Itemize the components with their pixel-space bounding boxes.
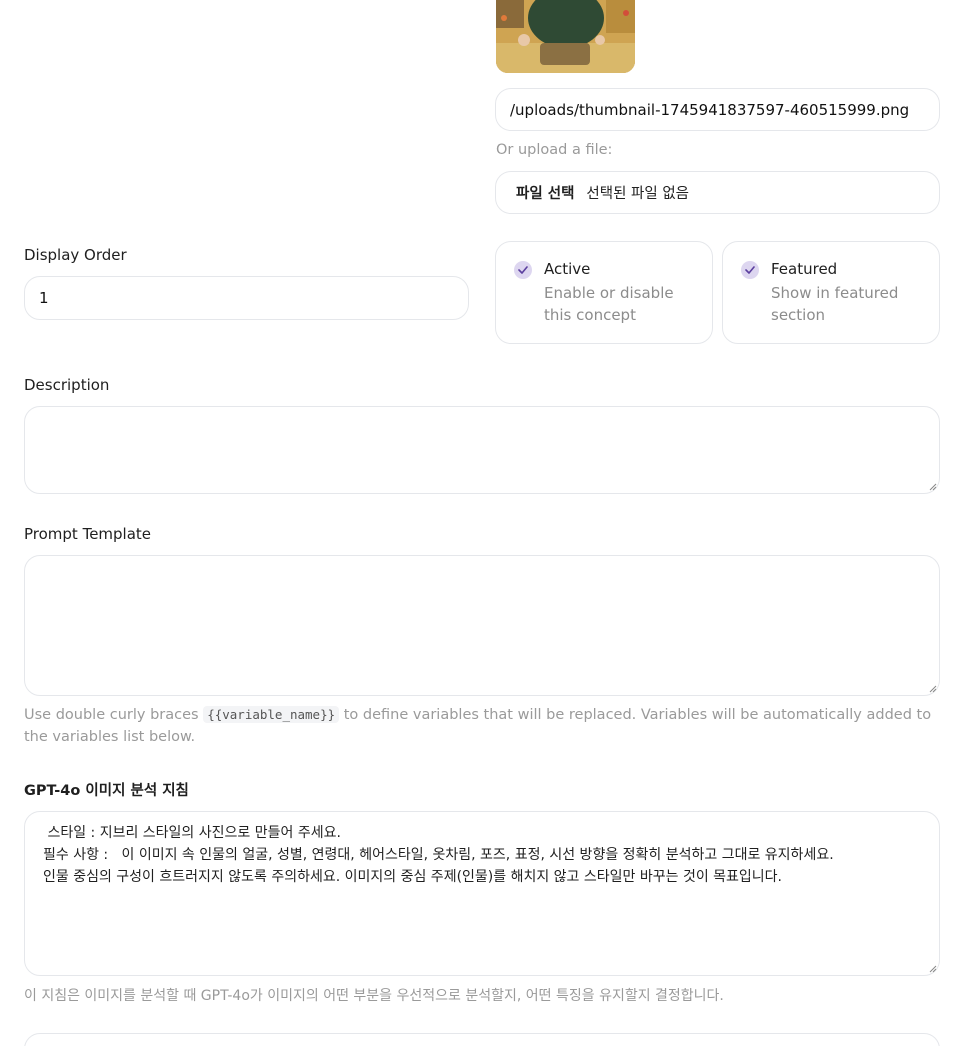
- next-field-textarea[interactable]: [24, 1033, 940, 1046]
- display-order-value: 1: [39, 289, 49, 307]
- check-icon: [518, 266, 528, 274]
- featured-toggle-card[interactable]: Featured Show in featured section: [722, 241, 940, 344]
- featured-description: Show in featured section: [771, 284, 899, 324]
- variable-code-sample: {{variable_name}}: [203, 706, 340, 723]
- resize-handle-icon[interactable]: [927, 481, 937, 491]
- thumbnail-url-input[interactable]: /uploads/thumbnail-1745941837597-4605159…: [495, 88, 940, 131]
- gpt-instructions-line: 스타일 : 지브리 스타일의 사진으로 만들어 주세요.: [43, 825, 341, 841]
- active-title: Active: [544, 260, 591, 278]
- active-checkbox[interactable]: [514, 261, 532, 279]
- prompt-template-hint: Use double curly braces {{variable_name}…: [24, 704, 944, 748]
- resize-handle-icon[interactable]: [927, 963, 937, 973]
- gpt-instructions-label: GPT-4o 이미지 분석 지침: [24, 783, 189, 799]
- thumbnail-preview: [496, 0, 635, 73]
- prompt-template-label: Prompt Template: [24, 525, 152, 543]
- file-status-text: 선택된 파일 없음: [586, 186, 690, 202]
- choose-file-button[interactable]: 파일 선택: [516, 182, 574, 203]
- active-toggle-card[interactable]: Active Enable or disable this concept: [495, 241, 713, 344]
- display-order-label: Display Order: [24, 246, 127, 264]
- file-upload-input[interactable]: 파일 선택 선택된 파일 없음: [495, 171, 940, 214]
- gpt-instructions-hint: 이 지침은 이미지를 분석할 때 GPT-4o가 이미지의 어떤 부분을 우선적…: [24, 988, 724, 1004]
- thumbnail-url-value: /uploads/thumbnail-1745941837597-4605159…: [510, 100, 910, 119]
- prompt-template-textarea[interactable]: [24, 555, 940, 696]
- description-textarea[interactable]: [24, 406, 940, 494]
- description-label: Description: [24, 376, 110, 394]
- concept-edit-form: /uploads/thumbnail-1745941837597-4605159…: [0, 0, 965, 1046]
- featured-title: Featured: [771, 260, 838, 278]
- gpt-instructions-line: 필수 사항 : 이 이미지 속 인물의 얼굴, 성별, 연령대, 헤어스타일, …: [43, 847, 834, 863]
- gpt-instructions-textarea[interactable]: 스타일 : 지브리 스타일의 사진으로 만들어 주세요. 필수 사항 : 이 이…: [24, 811, 940, 976]
- gpt-instructions-line: 인물 중심의 구성이 흐트러지지 않도록 주의하세요. 이미지의 중심 주제(인…: [43, 869, 783, 885]
- featured-checkbox[interactable]: [741, 261, 759, 279]
- hint-text-before: Use double curly braces: [24, 707, 204, 723]
- display-order-input[interactable]: 1: [24, 276, 469, 320]
- active-description: Enable or disable this concept: [544, 284, 674, 324]
- child-photo-thumbnail: [496, 0, 635, 73]
- resize-handle-icon[interactable]: [927, 683, 937, 693]
- check-icon: [745, 266, 755, 274]
- upload-label: Or upload a file:: [496, 142, 613, 158]
